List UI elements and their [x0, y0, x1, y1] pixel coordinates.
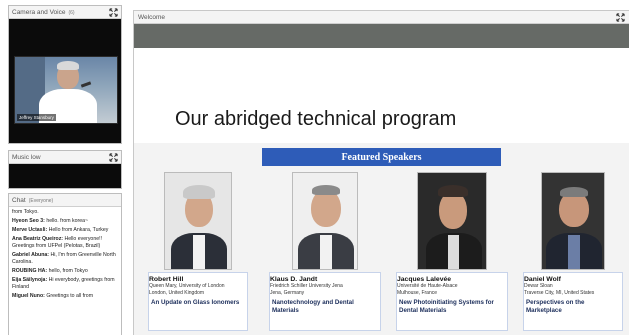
music-pod: Music low [8, 150, 122, 189]
music-player-area [9, 164, 121, 188]
featured-speakers-label: Featured Speakers [341, 151, 422, 163]
slide-top-bar [134, 24, 629, 48]
speaker-photo [417, 172, 487, 270]
speaker-name: Robert Hill [149, 276, 184, 283]
speaker-talk-title: Nanotechnology and Dental Materials [272, 299, 354, 314]
speaker-talk-title: Perspectives on the Marketplace [526, 299, 585, 314]
chat-message: Miguel Nuno: Greetings to all from [12, 293, 94, 299]
music-pod-header: Music low [9, 151, 121, 164]
speaker-location: London, United Kingdom [149, 289, 205, 296]
chat-audience: (Everyone) [28, 197, 54, 204]
expand-arrows-icon[interactable] [616, 12, 625, 22]
presenter-name-tag: Jeffrey Stansbury [17, 114, 56, 121]
camera-voice-pod: Camera and Voice (6) Jeffrey Stansbury [8, 5, 122, 144]
chat-message: ROUBING HA: hello, from Tokyo [12, 268, 88, 274]
camera-pod-header: Camera and Voice (6) [9, 6, 121, 19]
speaker-name: Jacques Lalevée [397, 276, 452, 283]
chat-message: Ana Beatriz Queiroz: Hello everyone!! Gr… [12, 236, 102, 249]
chat-message: Hyeon Seo 3: hello. from korea~ [12, 218, 88, 224]
share-pod: Welcome Our abridged technical program F… [133, 10, 629, 335]
speaker-card: Daniel Wolf Dewar Sloan Traverse City, M… [523, 272, 623, 331]
music-pod-title: Music low [12, 153, 41, 161]
speaker-photo [541, 172, 605, 270]
camera-feed-area: Jeffrey Stansbury [9, 19, 121, 143]
presentation-slide: Our abridged technical program Featured … [134, 48, 629, 335]
headset-mic [80, 81, 92, 88]
speaker-card: Jacques Lalevée Université de Haute-Alsa… [396, 272, 508, 331]
speaker-talk-title: New Photoinitiating Systems for Dental M… [399, 299, 494, 314]
expand-arrows-icon[interactable] [109, 152, 118, 162]
chat-message-list[interactable]: from Tokyo. Hyeon Seo 3: hello. from kor… [9, 207, 121, 335]
speaker-card: Robert Hill Queen Mary, University of Lo… [148, 272, 248, 331]
chat-pod-title: Chat (Everyone) [12, 196, 54, 204]
featured-speakers-banner: Featured Speakers [262, 148, 501, 166]
speaker-talk-title: An Update on Glass Ionomers [151, 299, 240, 306]
slide-heading: Our abridged technical program [175, 108, 457, 130]
chat-message: Merve Uctasli: Hello from Ankara, Turkey [12, 227, 109, 233]
speaker-photo [292, 172, 358, 270]
speaker-location: Traverse City, MI, United States [524, 289, 595, 296]
share-pod-header: Welcome [134, 11, 629, 24]
chat-message: Eija Säilynoja: Hi everybody, greetings … [12, 277, 115, 290]
expand-arrows-icon[interactable] [109, 7, 118, 17]
chat-pod-header: Chat (Everyone) [9, 194, 121, 207]
speaker-card: Klaus D. Jandt Friedrich Schiller Univer… [269, 272, 381, 331]
presenter-hair [57, 61, 79, 70]
speaker-location: Jena, Germany [270, 289, 305, 296]
presenter-video[interactable]: Jeffrey Stansbury [14, 56, 118, 124]
camera-pod-title: Camera and Voice (6) [12, 8, 75, 16]
speaker-photo [164, 172, 232, 270]
camera-pod-count: (6) [68, 9, 75, 16]
chat-pod: Chat (Everyone) from Tokyo. Hyeon Seo 3: … [8, 193, 122, 335]
share-pod-title: Welcome [138, 13, 165, 21]
chat-message: from Tokyo. [12, 209, 39, 215]
chat-message: Gabriel Abuna: Hi, I'm from Greenville N… [12, 252, 116, 265]
speaker-name: Klaus D. Jandt [270, 276, 318, 283]
speaker-name: Daniel Wolf [524, 276, 561, 283]
speaker-location: Mulhouse, France [397, 289, 438, 296]
